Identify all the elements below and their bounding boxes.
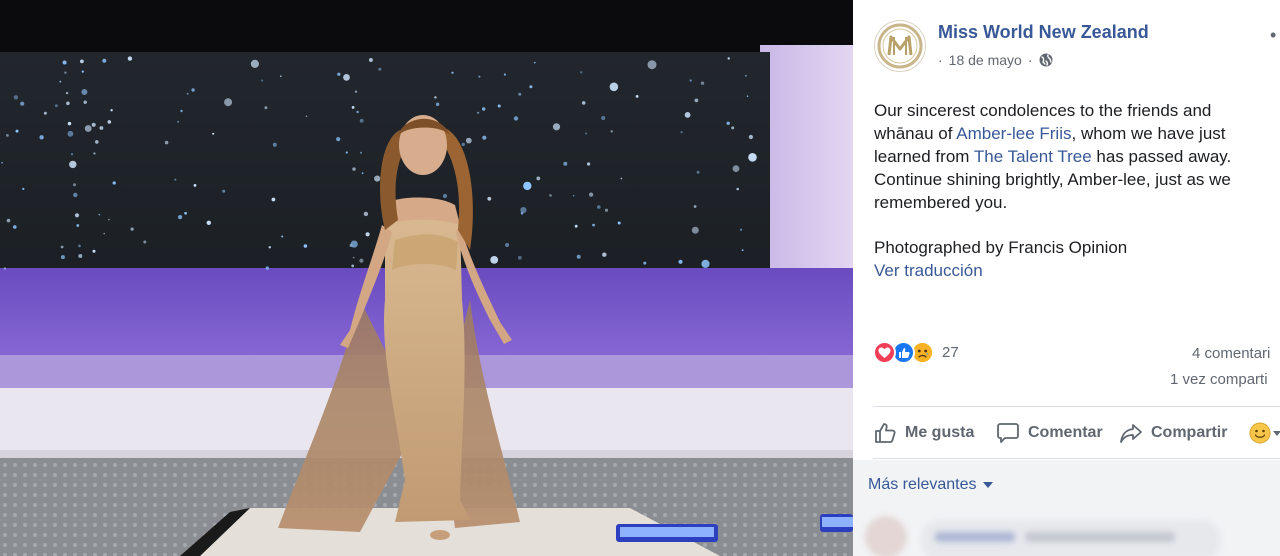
share-count-link[interactable]: 1 vez comparti: [1170, 371, 1268, 388]
reaction-count: 27: [942, 344, 959, 361]
reactions-summary[interactable]: 27: [873, 341, 959, 364]
meta-separator: ·: [1027, 52, 1033, 68]
divider: [873, 458, 1280, 459]
post-meta: · 18 de mayo ·: [938, 52, 1053, 68]
post-photo[interactable]: [0, 0, 853, 556]
chevron-down-icon: [1273, 431, 1280, 436]
comment-label: Comentar: [1028, 424, 1103, 441]
photo-credit: Photographed by Francis Opinion: [874, 238, 1128, 257]
divider: [873, 406, 1280, 407]
thumbs-up-icon: [875, 423, 896, 443]
smiley-icon: [1249, 422, 1271, 444]
caret-down-icon: [982, 482, 993, 488]
post-message: Our sincerest condolences to the friends…: [874, 99, 1269, 282]
comment-author: [935, 532, 1015, 542]
love-icon: [873, 341, 896, 364]
post-actions-bar: Me gusta Comentar Compartir: [873, 416, 1280, 450]
avatar: [865, 516, 907, 556]
meta-separator: ·: [938, 52, 943, 68]
comment-count-link[interactable]: 4 comentari: [1192, 345, 1270, 362]
comments-section: Más relevantes: [853, 460, 1280, 556]
page-name[interactable]: Miss World New Zealand: [938, 22, 1149, 43]
comment-sort-dropdown[interactable]: Más relevantes: [868, 476, 993, 494]
speech-bubble-icon: [997, 423, 1019, 443]
share-button[interactable]: Compartir: [1119, 421, 1227, 445]
comment-text: [1025, 532, 1175, 542]
mention-amber-lee[interactable]: Amber-lee Friis: [956, 124, 1071, 143]
post-date[interactable]: 18 de mayo: [949, 52, 1022, 68]
globe-icon[interactable]: [1039, 53, 1053, 67]
page-avatar[interactable]: [874, 20, 926, 72]
share-label: Compartir: [1151, 424, 1228, 441]
like-label: Me gusta: [905, 424, 975, 441]
more-options-icon[interactable]: •: [1270, 26, 1276, 44]
miss-world-logo-icon: [877, 23, 923, 69]
comment-button[interactable]: Comentar: [996, 421, 1103, 445]
reaction-picker-button[interactable]: [1249, 422, 1280, 444]
share-arrow-icon: [1120, 424, 1142, 443]
blurred-comment: [865, 510, 1280, 556]
post-panel: Miss World New Zealand · 18 de mayo · • …: [853, 0, 1280, 556]
like-button[interactable]: Me gusta: [873, 421, 974, 445]
sort-label: Más relevantes: [868, 476, 977, 493]
mention-talent-tree[interactable]: The Talent Tree: [974, 147, 1092, 166]
see-translation-link[interactable]: Ver traducción: [874, 259, 1269, 282]
